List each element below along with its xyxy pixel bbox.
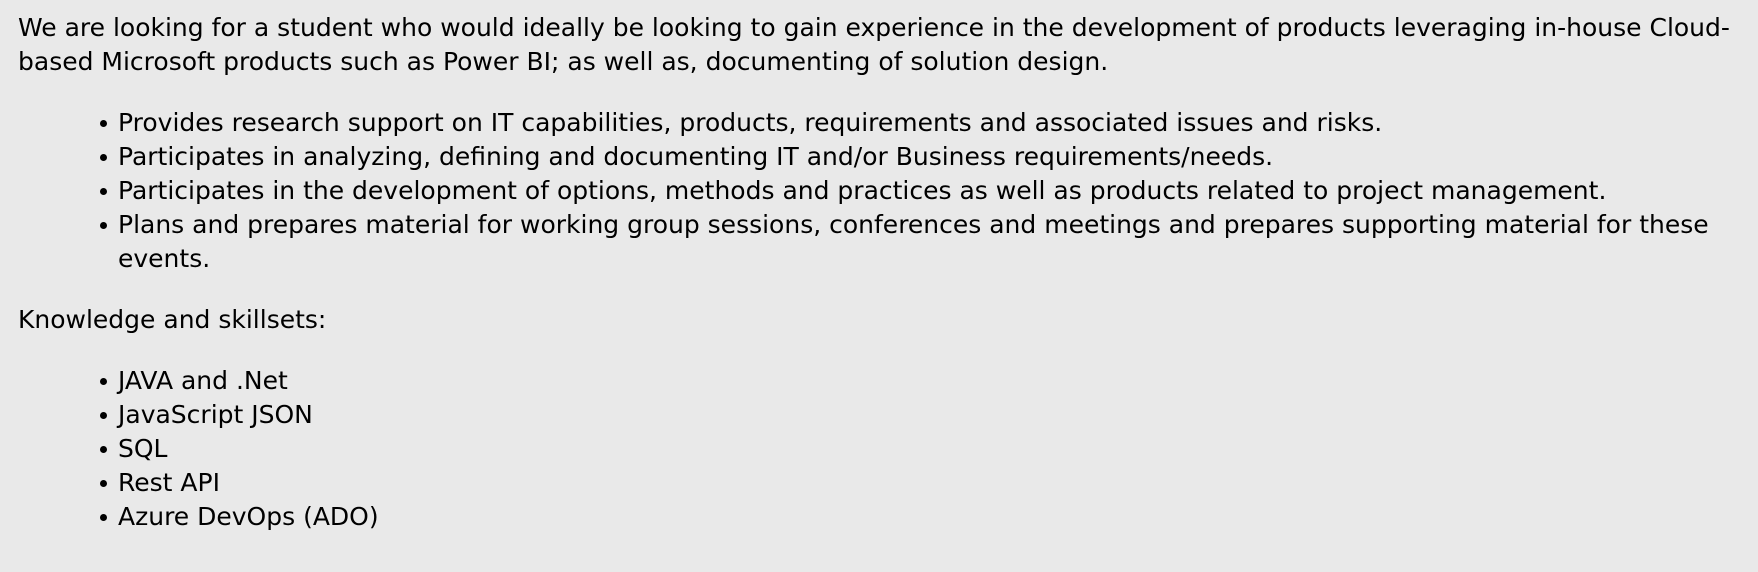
- skill-item: JAVA and .Net: [100, 364, 1740, 398]
- duty-item: Participates in analyzing, defining and …: [100, 140, 1740, 174]
- job-description: We are looking for a student who would i…: [0, 0, 1758, 534]
- duty-item: Participates in the development of optio…: [100, 174, 1740, 208]
- skills-list: JAVA and .Net JavaScript JSON SQL Rest A…: [18, 364, 1740, 534]
- intro-paragraph: We are looking for a student who would i…: [18, 13, 1730, 76]
- duties-list: Provides research support on IT capabili…: [18, 106, 1740, 276]
- duty-item: Provides research support on IT capabili…: [100, 106, 1740, 140]
- skill-item: JavaScript JSON: [100, 398, 1740, 432]
- skill-item: Azure DevOps (ADO): [100, 500, 1740, 534]
- duty-item: Plans and prepares material for working …: [100, 208, 1740, 276]
- skill-item: SQL: [100, 432, 1740, 466]
- skills-heading: Knowledge and skillsets:: [18, 305, 327, 334]
- skill-item: Rest API: [100, 466, 1740, 500]
